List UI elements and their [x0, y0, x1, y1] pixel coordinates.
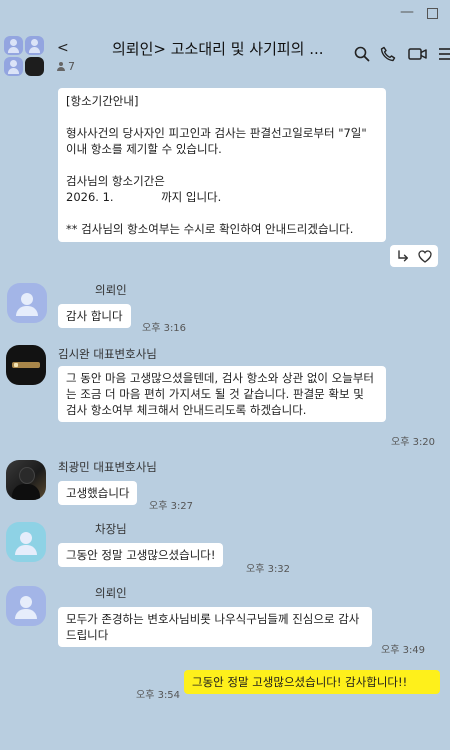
member-avatar [4, 57, 23, 76]
member-avatar [25, 57, 44, 76]
member-avatar [4, 36, 23, 55]
sender-name: 차장님 [95, 522, 127, 536]
my-message-bubble[interactable]: 그동안 정말 고생많으셨습니다! 감사합니다!! [184, 670, 440, 694]
menu-icon[interactable] [438, 46, 450, 62]
message-bubble[interactable]: 그 동안 마음 고생많으셨을텐데, 검사 항소와 상관 없이 오늘부터는 조금 … [58, 366, 386, 422]
minimize-button[interactable]: — [400, 4, 414, 20]
back-button[interactable]: < [57, 40, 69, 56]
message-time: 오후 3:54 [136, 690, 181, 701]
message-time: 오후 3:16 [142, 323, 187, 334]
chat-title[interactable]: 의뢰인> 고소대리 및 사기피의 ... [112, 38, 324, 59]
message-time: 오후 3:49 [381, 645, 426, 656]
reaction-bar [390, 245, 438, 267]
sender-avatar[interactable] [6, 522, 46, 562]
message-time: 오후 3:32 [246, 564, 291, 575]
heart-icon[interactable] [418, 250, 432, 263]
group-avatar[interactable] [4, 36, 46, 78]
person-icon [57, 62, 65, 71]
message-time: 오후 3:27 [149, 501, 194, 512]
chat-header: < 의뢰인> 고소대리 및 사기피의 ... 7 [0, 26, 450, 86]
search-icon[interactable] [354, 46, 370, 62]
message-bubble[interactable]: 그동안 정말 고생많으셨습니다! [58, 543, 224, 567]
message-time: 오후 3:20 [391, 437, 436, 448]
maximize-button[interactable] [427, 8, 438, 19]
sender-avatar[interactable] [6, 460, 46, 500]
message-bubble[interactable]: 고생했습니다 [58, 481, 138, 505]
phone-icon[interactable] [380, 46, 396, 62]
reply-icon[interactable] [396, 249, 410, 263]
message-bubble[interactable]: 모두가 존경하는 변호사님비롯 나우식구님들께 진심으로 감사드립니다 [58, 607, 372, 647]
video-icon[interactable] [408, 46, 428, 62]
member-avatar [25, 36, 44, 55]
sender-avatar[interactable] [7, 283, 47, 323]
member-count-value: 7 [68, 60, 75, 73]
member-count[interactable]: 7 [57, 60, 75, 73]
sender-avatar[interactable] [6, 345, 46, 385]
sender-name: 김시완 대표변호사님 [58, 347, 157, 361]
message-bubble[interactable]: 감사 합니다 [58, 304, 131, 328]
sender-avatar[interactable] [6, 586, 46, 626]
window-titlebar: — [0, 0, 450, 26]
sender-name: 의뢰인 [95, 283, 127, 297]
sender-name: 의뢰인 [95, 586, 127, 600]
message-bubble[interactable]: [항소기간안내] 형사사건의 당사자인 피고인과 검사는 판결선고일로부터 "7… [58, 88, 386, 242]
sender-name: 최광민 대표변호사님 [58, 460, 157, 474]
